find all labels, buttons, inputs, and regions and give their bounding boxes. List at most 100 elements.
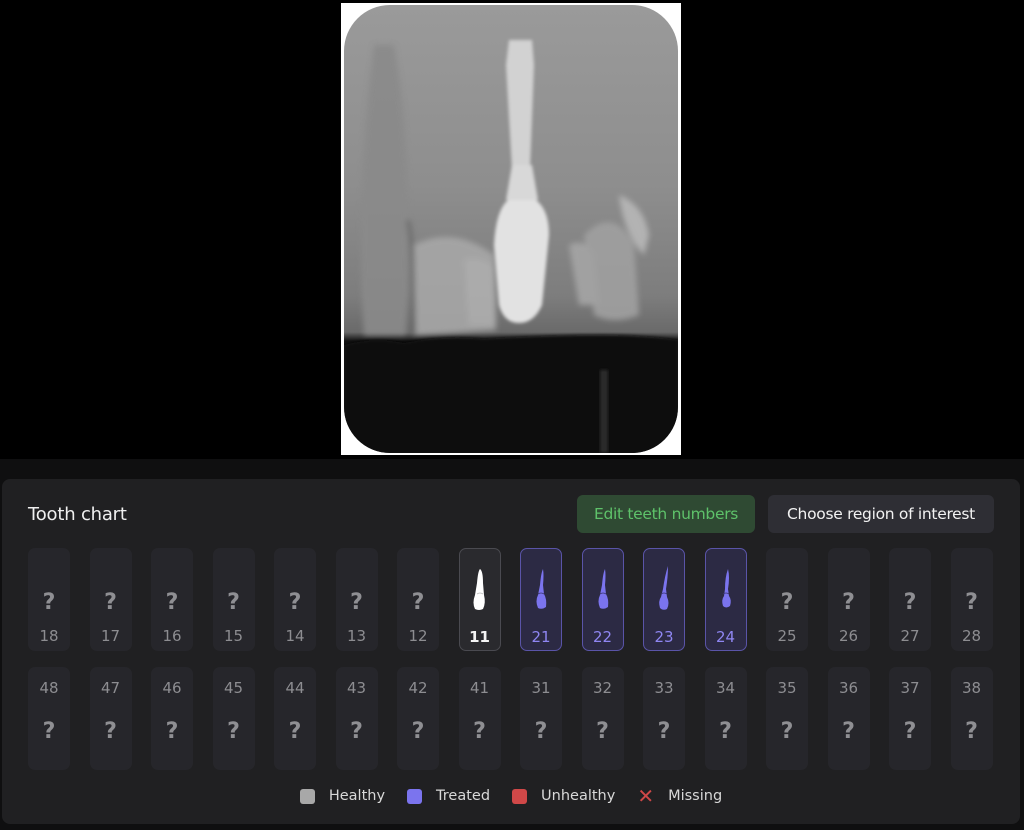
unknown-tooth-icon: ?	[473, 719, 486, 744]
unknown-tooth-icon: ?	[780, 590, 794, 615]
unknown-tooth-icon: ?	[288, 719, 302, 744]
tooth-cell-37[interactable]: ? 37	[889, 667, 931, 770]
tooth-number: 43	[346, 679, 367, 697]
tooth-cell-35[interactable]: ? 35	[766, 667, 808, 770]
tooth-cell-38[interactable]: ? 38	[950, 667, 993, 770]
legend-item-missing: ✕ Missing	[637, 786, 722, 806]
tooth-cell-41[interactable]: ? 41	[458, 667, 501, 770]
legend-item-treated: Treated	[407, 788, 490, 804]
legend-label: Unhealthy	[541, 788, 616, 804]
tooth-number: 21	[531, 628, 551, 646]
tooth-cell-47[interactable]: ? 47	[89, 667, 132, 770]
tooth-treated-icon	[598, 569, 608, 609]
unknown-tooth-icon: ?	[165, 719, 179, 744]
tooth-cell-27[interactable]: ? 27	[889, 548, 931, 651]
treated-swatch-icon	[407, 788, 423, 804]
tooth-cell-48[interactable]: ? 48	[28, 667, 70, 770]
tooth-number: 36	[838, 679, 859, 697]
unknown-tooth-icon: ?	[227, 590, 240, 615]
tooth-number: 27	[900, 627, 920, 645]
tooth-cell-42[interactable]: ? 42	[397, 667, 439, 770]
unknown-tooth-icon: ?	[903, 719, 917, 744]
unknown-tooth-icon: ?	[350, 719, 363, 744]
unknown-tooth-icon: ?	[42, 590, 56, 615]
tooth-number: 15	[223, 627, 244, 645]
unknown-tooth-icon: ?	[104, 719, 117, 744]
unknown-tooth-icon: ?	[657, 719, 671, 744]
tooth-cell-31[interactable]: ? 31	[520, 667, 562, 770]
choose-region-of-interest-button[interactable]: Choose region of interest	[768, 495, 994, 533]
tooth-number: 16	[162, 627, 182, 645]
tooth-number: 37	[900, 679, 920, 697]
tooth-number: 45	[223, 679, 244, 697]
tooth-cell-26[interactable]: ? 26	[827, 548, 870, 651]
unknown-tooth-icon: ?	[842, 719, 855, 744]
tooth-cell-14[interactable]: ? 14	[274, 548, 316, 651]
tooth-cell-17[interactable]: ? 17	[89, 548, 132, 651]
unknown-tooth-icon: ?	[104, 590, 117, 615]
tooth-cell-24[interactable]: 24	[704, 548, 747, 651]
tooth-number: 33	[654, 679, 674, 697]
tooth-number: 25	[777, 627, 797, 645]
tooth-cell-28[interactable]: ? 28	[950, 548, 993, 651]
tooth-cell-18[interactable]: ? 18	[28, 548, 70, 651]
legend-label: Treated	[436, 788, 491, 804]
tooth-treated-icon	[536, 569, 547, 609]
tooth-number: 28	[961, 627, 982, 645]
tooth-cell-13[interactable]: ? 13	[335, 548, 378, 651]
unknown-tooth-icon: ?	[534, 719, 548, 744]
tooth-cell-34[interactable]: ? 34	[704, 667, 747, 770]
tooth-number: 42	[408, 679, 428, 697]
tooth-number: 17	[100, 627, 121, 645]
tooth-cell-11[interactable]: 11	[458, 548, 501, 651]
tooth-number: 41	[469, 679, 490, 697]
tooth-cell-44[interactable]: ? 44	[274, 667, 316, 770]
tooth-cell-21[interactable]: 21	[520, 548, 562, 651]
legend-label: Healthy	[328, 788, 386, 804]
tooth-number: 23	[654, 628, 674, 646]
tooth-number: 24	[715, 628, 736, 646]
unknown-tooth-icon: ?	[842, 590, 855, 615]
legend-item-healthy: Healthy	[299, 788, 386, 804]
tooth-number: 35	[777, 679, 797, 697]
tooth-cell-46[interactable]: ? 46	[151, 667, 193, 770]
tooth-number: 46	[162, 679, 182, 697]
tooth-cell-33[interactable]: ? 33	[643, 667, 685, 770]
tooth-number: 22	[592, 628, 613, 646]
unknown-tooth-icon: ?	[965, 719, 978, 744]
legend: Healthy Treated Unhealthy ✕ Missing	[2, 786, 1020, 806]
tooth-number: 34	[715, 679, 736, 697]
unhealthy-swatch-icon	[512, 788, 528, 804]
unknown-tooth-icon: ?	[411, 719, 425, 744]
tooth-cell-43[interactable]: ? 43	[335, 667, 378, 770]
tooth-cell-32[interactable]: ? 32	[581, 667, 624, 770]
tooth-cell-45[interactable]: ? 45	[212, 667, 255, 770]
xray-image-frame	[341, 3, 681, 455]
tooth-cell-15[interactable]: ? 15	[212, 548, 255, 651]
xray-viewer[interactable]	[0, 0, 1024, 459]
tooth-treated-icon	[721, 569, 731, 608]
tooth-number: 44	[285, 679, 305, 697]
tooth-cell-23[interactable]: 23	[643, 548, 685, 651]
tooth-number: 11	[469, 628, 490, 646]
tooth-number: 32	[592, 679, 613, 697]
tooth-number: 31	[531, 679, 551, 697]
unknown-tooth-icon: ?	[350, 590, 363, 615]
unknown-tooth-icon: ?	[288, 590, 302, 615]
tooth-cell-16[interactable]: ? 16	[151, 548, 193, 651]
unknown-tooth-icon: ?	[903, 590, 917, 615]
unknown-tooth-icon: ?	[411, 590, 425, 615]
edit-teeth-numbers-button[interactable]: Edit teeth numbers	[577, 495, 755, 533]
tooth-cell-25[interactable]: ? 25	[766, 548, 808, 651]
tooth-number: 14	[285, 627, 305, 645]
unknown-tooth-icon: ?	[227, 719, 240, 744]
tooth-number: 18	[39, 627, 59, 645]
xray-image	[344, 5, 678, 453]
healthy-swatch-icon	[299, 788, 315, 804]
tooth-cell-12[interactable]: ? 12	[397, 548, 439, 651]
tooth-cell-36[interactable]: ? 36	[827, 667, 870, 770]
tooth-number: 47	[100, 679, 121, 697]
unknown-tooth-icon: ?	[42, 719, 56, 744]
tooth-cell-22[interactable]: 22	[581, 548, 624, 651]
tooth-treated-icon	[659, 566, 669, 610]
